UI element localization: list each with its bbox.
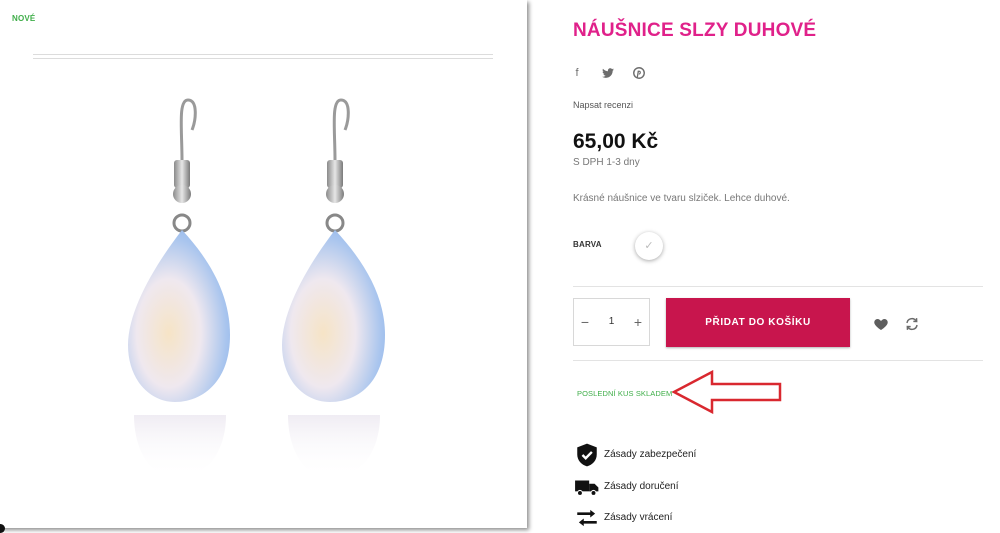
add-to-cart-button[interactable]: PŘIDAT DO KOŠÍKU: [666, 298, 850, 347]
check-icon: ✓: [644, 240, 654, 252]
refresh-compare-icon[interactable]: [904, 316, 920, 332]
policy-delivery[interactable]: Zásady doručení: [574, 474, 834, 500]
quantity-value[interactable]: 1: [596, 299, 627, 345]
exchange-arrows-icon: [577, 509, 597, 527]
product-photo-earrings[interactable]: [100, 90, 430, 490]
product-image-panel[interactable]: NOVÉ: [0, 0, 527, 528]
twitter-share-icon[interactable]: [601, 66, 615, 80]
facebook-share-icon[interactable]: f: [570, 66, 584, 80]
divider-bottom: [573, 360, 983, 361]
divider-top: [573, 286, 983, 287]
quantity-increase-button[interactable]: +: [627, 299, 649, 345]
product-description: Krásné náušnice ve tvaru slziček. Lehce …: [573, 193, 790, 204]
truck-icon: [575, 480, 599, 496]
quantity-stepper[interactable]: − 1 +: [573, 298, 650, 346]
quantity-decrease-button[interactable]: −: [574, 299, 596, 345]
annotation-arrow-icon: [672, 370, 782, 414]
policy-label: Zásady doručení: [604, 481, 679, 492]
tax-delivery-info: S DPH 1-3 dny: [573, 157, 640, 168]
write-review-link[interactable]: Napsat recenzi: [573, 100, 633, 110]
left-earring: [128, 98, 230, 478]
policy-label: Zásady vrácení: [604, 512, 673, 523]
policy-label: Zásady zabezpečení: [604, 449, 697, 460]
color-label: BARVA: [573, 240, 602, 249]
shield-check-icon: [577, 443, 597, 467]
policy-security[interactable]: Zásady zabezpečení: [574, 442, 834, 468]
right-earring: [282, 98, 385, 478]
product-title: NÁUŠNICE SLZY DUHOVÉ: [573, 20, 817, 41]
pinterest-share-icon[interactable]: [632, 66, 646, 80]
product-price: 65,00 Kč: [573, 130, 659, 153]
color-swatch[interactable]: ✓: [635, 232, 663, 260]
corner-dot: [0, 524, 5, 533]
facebook-letter: f: [575, 67, 579, 79]
stock-status: POSLEDNÍ KUS SKLADEM: [577, 389, 673, 398]
new-badge: NOVÉ: [12, 14, 36, 23]
policy-returns[interactable]: Zásady vrácení: [574, 505, 834, 531]
heart-icon[interactable]: [873, 316, 889, 332]
gallery-divider: [33, 54, 493, 59]
